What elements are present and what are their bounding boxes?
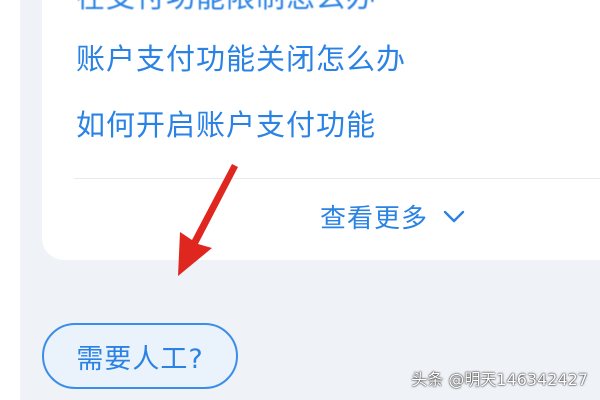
faq-divider [74,178,600,179]
request-human-label: 需要人工? [76,343,204,375]
faq-item-partial[interactable]: 在支付功能限制怎么办 [76,0,376,14]
chevron-down-icon [442,204,466,228]
red-arrow-icon [178,164,238,276]
view-more-label: 查看更多 [320,203,429,234]
view-more-link[interactable]: 查看更多 [320,199,466,234]
watermark: 头条 @明天146342427 [411,370,588,389]
request-human-button[interactable]: 需要人工? [42,323,238,389]
faq-item-account-payment-closed[interactable]: 账户支付功能关闭怎么办 [76,42,406,76]
faq-item-enable-account-payment[interactable]: 如何开启账户支付功能 [76,108,376,142]
